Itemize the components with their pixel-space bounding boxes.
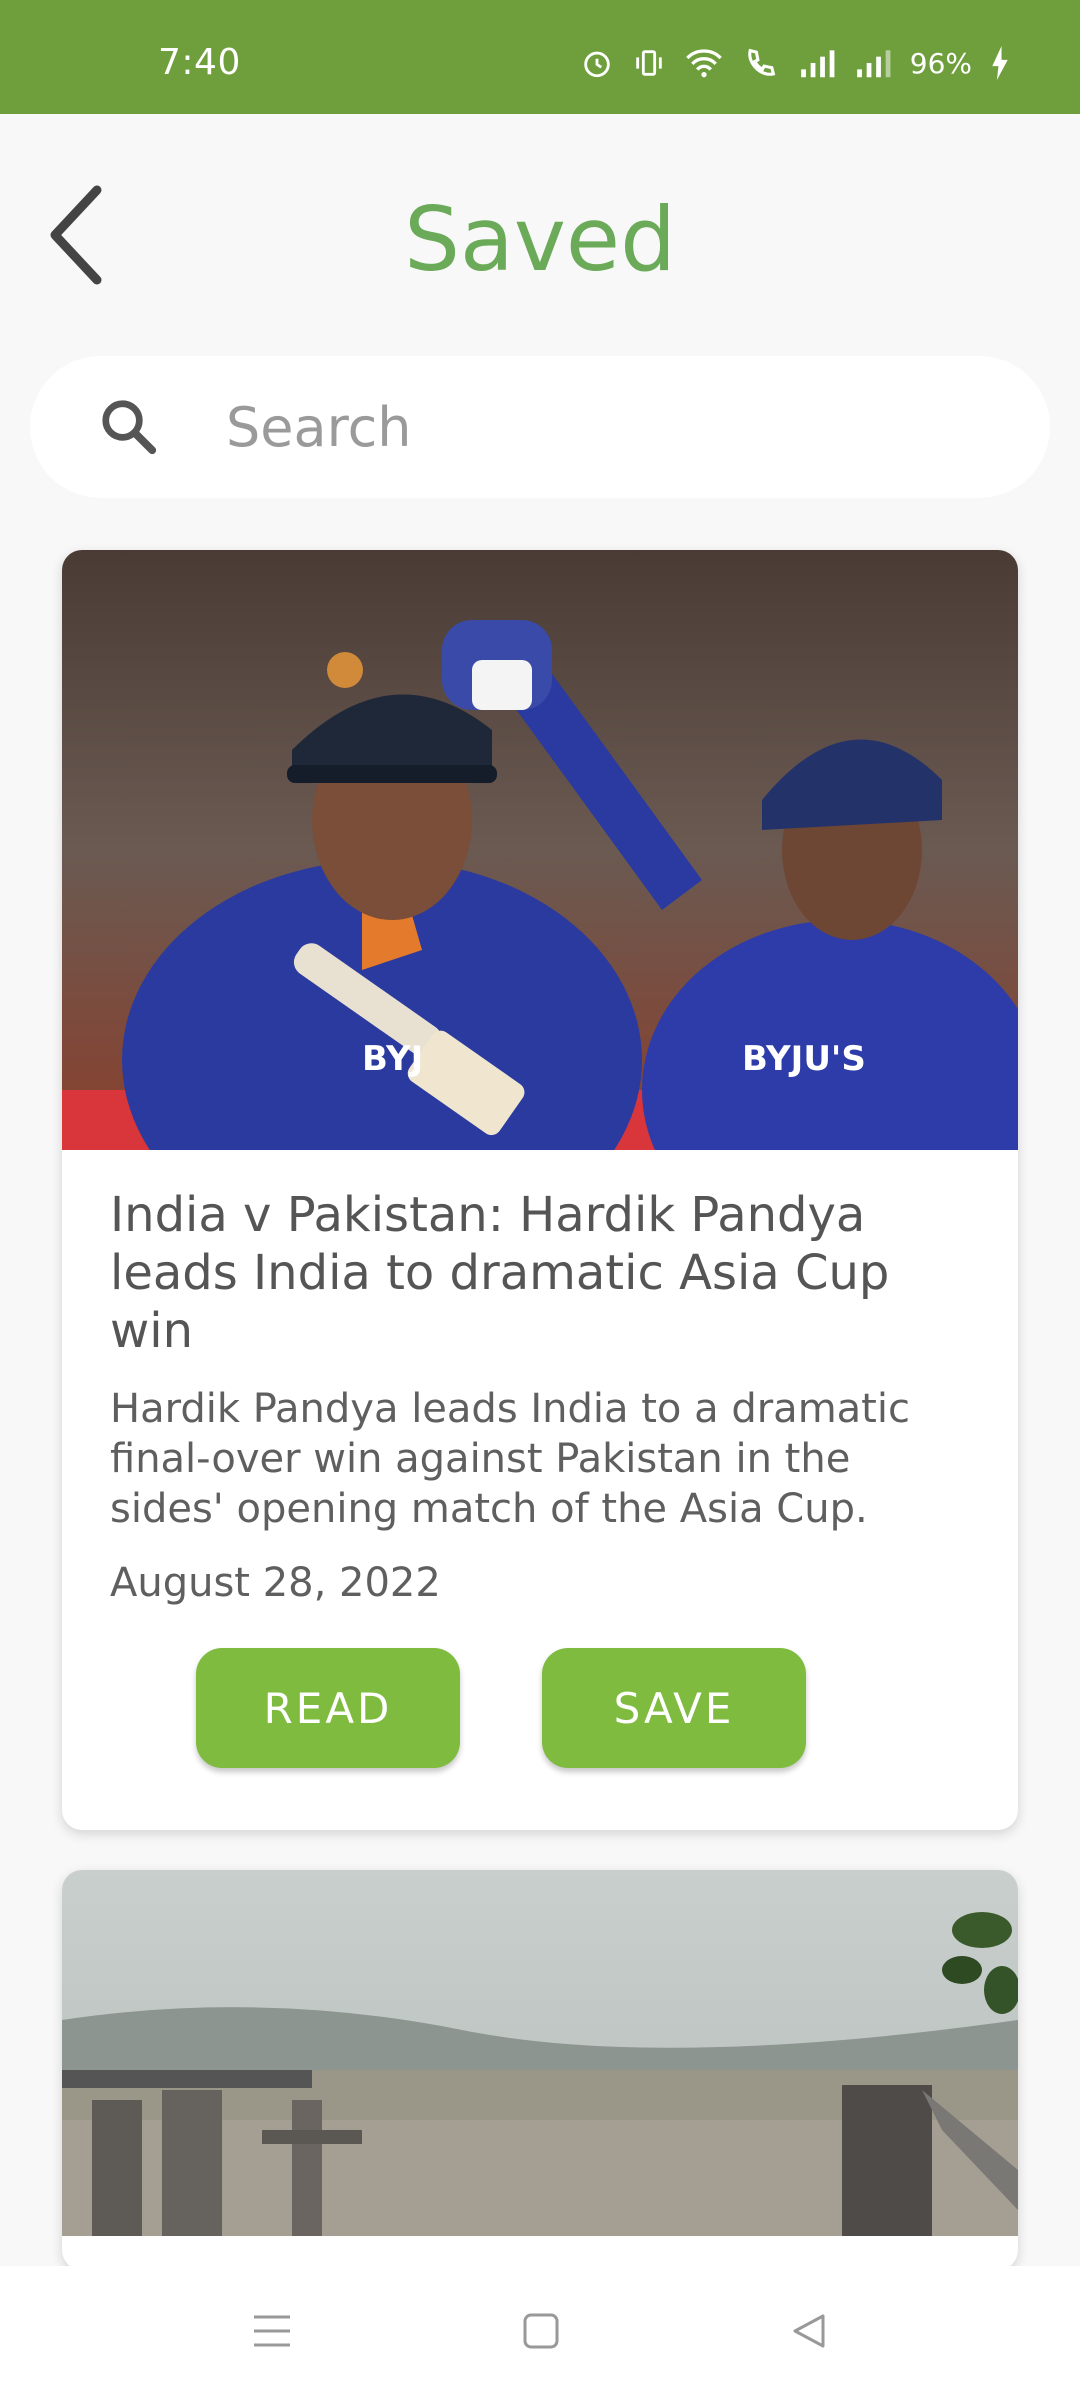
status-bar: 7:40 96% (0, 0, 1080, 114)
save-button[interactable]: SAVE (542, 1648, 806, 1768)
article-body: India v Pakistan: Hardik Pandya leads In… (62, 1150, 1018, 1768)
alarm-icon (584, 51, 610, 78)
svg-text:BYJ: BYJ (362, 1039, 423, 1079)
status-icons: 96% (580, 46, 1010, 80)
header: Saved (0, 114, 1080, 354)
charging-icon (992, 46, 1008, 80)
article-image: BYJ BYJU'S (62, 550, 1018, 1150)
article-card[interactable] (62, 1870, 1018, 2270)
article-card[interactable]: BYJ BYJU'S India v Pakistan: Hardik Pand… (62, 550, 1018, 1830)
call-icon (748, 48, 776, 76)
home-square-icon[interactable] (522, 2312, 560, 2354)
battery-percent: 96% (909, 46, 972, 80)
back-triangle-icon[interactable] (790, 2312, 828, 2354)
article-image (62, 1870, 1018, 2236)
search-icon (102, 400, 157, 455)
search-bar[interactable] (30, 356, 1050, 498)
page-title: Saved (404, 188, 676, 291)
signal-icon-2 (856, 50, 891, 78)
signal-icon (800, 50, 835, 78)
system-nav-bar (0, 2266, 1080, 2400)
menu-icon[interactable] (252, 2313, 292, 2353)
wifi-icon (685, 49, 722, 78)
search-input[interactable] (226, 384, 1006, 470)
article-date: August 28, 2022 (110, 1560, 441, 1606)
svg-text:BYJU'S: BYJU'S (742, 1039, 866, 1079)
read-button[interactable]: READ (196, 1648, 460, 1768)
article-title: India v Pakistan: Hardik Pandya leads In… (110, 1187, 890, 1359)
article-summary: Hardik Pandya leads India to a dramatic … (110, 1386, 910, 1532)
status-time: 7:40 (158, 42, 241, 83)
vibrate-icon (636, 50, 662, 76)
article-actions: READ SAVE (110, 1648, 970, 1768)
